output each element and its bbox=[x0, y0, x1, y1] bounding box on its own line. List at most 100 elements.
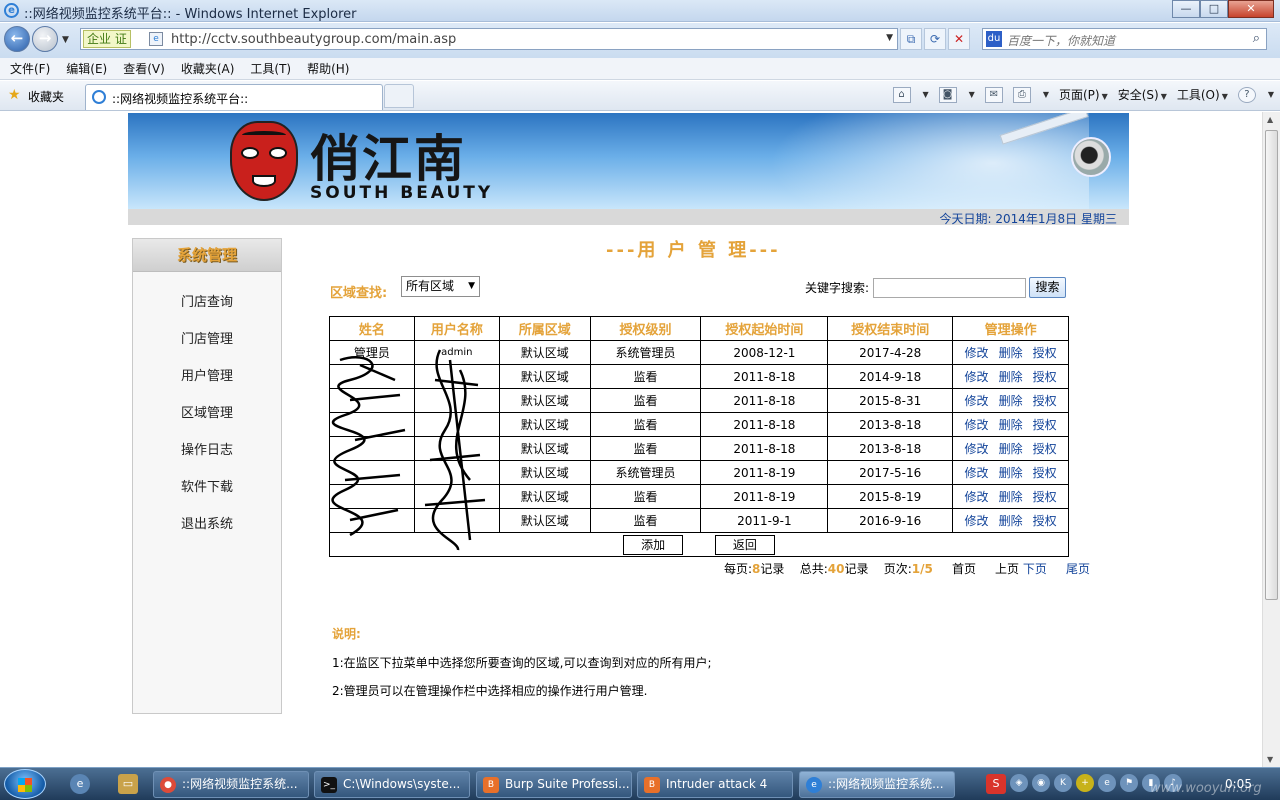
stop-icon[interactable]: ✕ bbox=[948, 28, 970, 50]
menu-tools[interactable]: 工具(T) bbox=[250, 60, 291, 77]
authorize-link[interactable]: 授权 bbox=[1033, 490, 1057, 504]
authorize-link[interactable]: 授权 bbox=[1033, 442, 1057, 456]
region-select[interactable]: 所有区域 ▼ bbox=[401, 276, 480, 297]
quicklaunch-ie-icon[interactable]: e bbox=[70, 774, 90, 794]
sidebar-item-user-manage[interactable]: 用户管理 bbox=[133, 365, 281, 384]
authorize-link[interactable]: 授权 bbox=[1033, 346, 1057, 360]
menu-help[interactable]: 帮助(H) bbox=[307, 60, 349, 77]
pager-prev[interactable]: 上页 bbox=[995, 562, 1019, 576]
edit-link[interactable]: 修改 bbox=[965, 346, 989, 360]
delete-link[interactable]: 删除 bbox=[999, 418, 1023, 432]
history-dropdown-icon[interactable]: ▼ bbox=[62, 35, 69, 45]
pager-last[interactable]: 尾页 bbox=[1066, 562, 1090, 576]
forward-button[interactable]: → bbox=[32, 26, 58, 52]
vertical-scrollbar[interactable]: ▲ ▼ bbox=[1262, 112, 1280, 767]
add-button[interactable]: 添加 bbox=[623, 534, 684, 555]
tray-ie-icon[interactable]: e bbox=[1098, 774, 1116, 792]
edit-link[interactable]: 修改 bbox=[965, 490, 989, 504]
user-table-body: 管理员 admin 默认区域 系统管理员 2008-12-1 2017-4-28 修改 删除授… bbox=[329, 340, 1069, 533]
quicklaunch-explorer-icon[interactable]: ▭ bbox=[118, 774, 138, 794]
search-input[interactable]: du 百度一下，你就知道 ⌕ bbox=[982, 28, 1267, 50]
url-text[interactable]: http://cctv.southbeautygroup.com/main.as… bbox=[171, 32, 456, 47]
mail-icon[interactable]: ✉ bbox=[984, 86, 1003, 103]
delete-link[interactable]: 删除 bbox=[999, 370, 1023, 384]
rss-dropdown-icon[interactable]: ▼ bbox=[969, 90, 975, 99]
sidebar-item-store-manage[interactable]: 门店管理 bbox=[133, 328, 281, 347]
task-burp[interactable]: B Burp Suite Professi... bbox=[476, 771, 632, 798]
close-button[interactable]: ✕ bbox=[1228, 0, 1274, 18]
sidebar-item-operation-log[interactable]: 操作日志 bbox=[133, 439, 281, 458]
menu-tools-cmd[interactable]: 工具(O) ▼ bbox=[1177, 86, 1228, 103]
edit-link[interactable]: 修改 bbox=[965, 370, 989, 384]
delete-link[interactable]: 删除 bbox=[999, 394, 1023, 408]
cell-start: 2011-9-1 bbox=[700, 508, 829, 533]
refresh-icon[interactable]: ⟳ bbox=[924, 28, 946, 50]
sidebar-item-store-query[interactable]: 门店查询 bbox=[133, 291, 281, 310]
tray-s-icon[interactable]: S bbox=[986, 774, 1006, 794]
scroll-down-icon[interactable]: ▼ bbox=[1267, 755, 1273, 764]
task-ie-2[interactable]: e ::网络视频监控系统... bbox=[799, 771, 955, 798]
tray-network-icon[interactable]: ◉ bbox=[1032, 774, 1050, 792]
delete-link[interactable]: 删除 bbox=[999, 466, 1023, 480]
col-level: 授权级别 bbox=[589, 316, 702, 341]
edit-link[interactable]: 修改 bbox=[965, 394, 989, 408]
edit-link[interactable]: 修改 bbox=[965, 466, 989, 480]
menu-safety[interactable]: 安全(S) ▼ bbox=[1118, 86, 1167, 103]
maximize-button[interactable]: □ bbox=[1200, 0, 1228, 18]
favorites-button[interactable]: 收藏夹 bbox=[28, 88, 64, 105]
browser-tab[interactable]: ::网络视频监控系统平台:: bbox=[85, 84, 383, 110]
tray-shield-icon[interactable]: ◈ bbox=[1010, 774, 1028, 792]
sidebar-item-region-manage[interactable]: 区域管理 bbox=[133, 402, 281, 421]
search-icon[interactable]: ⌕ bbox=[1253, 31, 1260, 46]
help-icon[interactable]: ? bbox=[1237, 86, 1256, 103]
menu-favorites[interactable]: 收藏夹(A) bbox=[181, 60, 235, 77]
sidebar-item-logout[interactable]: 退出系统 bbox=[133, 513, 281, 532]
tray-k-icon[interactable]: K bbox=[1054, 774, 1072, 792]
help-dropdown-icon[interactable]: ▼ bbox=[1268, 90, 1274, 99]
menu-view[interactable]: 查看(V) bbox=[123, 60, 165, 77]
print-icon[interactable]: ⎙ bbox=[1012, 86, 1031, 103]
back-button-page[interactable]: 返回 bbox=[714, 534, 775, 555]
scroll-up-icon[interactable]: ▲ bbox=[1267, 115, 1273, 124]
home-icon[interactable]: ⌂ bbox=[892, 86, 911, 103]
edit-link[interactable]: 修改 bbox=[965, 514, 989, 528]
pager-first[interactable]: 首页 bbox=[952, 562, 976, 576]
search-button[interactable]: 搜索 bbox=[1029, 277, 1066, 298]
back-button[interactable]: ← bbox=[4, 26, 30, 52]
delete-link[interactable]: 删除 bbox=[999, 346, 1023, 360]
address-dropdown-icon[interactable]: ▼ bbox=[886, 33, 893, 43]
minimize-button[interactable]: — bbox=[1172, 0, 1200, 18]
authorize-link[interactable]: 授权 bbox=[1033, 418, 1057, 432]
task-cmd[interactable]: >_ C:\Windows\syste... bbox=[314, 771, 470, 798]
favorites-star-icon[interactable]: ★ bbox=[8, 87, 21, 103]
start-button[interactable] bbox=[4, 769, 46, 799]
new-tab-button[interactable] bbox=[384, 84, 414, 108]
print-dropdown-icon[interactable]: ▼ bbox=[1043, 90, 1049, 99]
menu-file[interactable]: 文件(F) bbox=[10, 60, 50, 77]
pager-next[interactable]: 下页 bbox=[1023, 562, 1047, 576]
menu-page[interactable]: 页面(P) ▼ bbox=[1059, 86, 1108, 103]
delete-link[interactable]: 删除 bbox=[999, 490, 1023, 504]
delete-link[interactable]: 删除 bbox=[999, 514, 1023, 528]
keyword-input[interactable] bbox=[873, 278, 1026, 298]
authorize-link[interactable]: 授权 bbox=[1033, 514, 1057, 528]
tray-flag-icon[interactable]: ⚑ bbox=[1120, 774, 1138, 792]
scroll-thumb[interactable] bbox=[1265, 130, 1278, 600]
authorize-link[interactable]: 授权 bbox=[1033, 394, 1057, 408]
home-dropdown-icon[interactable]: ▼ bbox=[923, 90, 929, 99]
sidebar-item-software-download[interactable]: 软件下载 bbox=[133, 476, 281, 495]
certificate-badge[interactable]: 企业 证 bbox=[83, 30, 131, 48]
address-field[interactable]: 企业 证 e http://cctv.southbeautygroup.com/… bbox=[80, 28, 898, 50]
action-cell: 添加 返回 bbox=[329, 532, 1069, 557]
authorize-link[interactable]: 授权 bbox=[1033, 466, 1057, 480]
tray-plus-icon[interactable]: + bbox=[1076, 774, 1094, 792]
delete-link[interactable]: 删除 bbox=[999, 442, 1023, 456]
rss-icon[interactable]: ◙ bbox=[938, 86, 957, 103]
authorize-link[interactable]: 授权 bbox=[1033, 370, 1057, 384]
edit-link[interactable]: 修改 bbox=[965, 442, 989, 456]
compatibility-view-icon[interactable]: ⧉ bbox=[900, 28, 922, 50]
menu-edit[interactable]: 编辑(E) bbox=[66, 60, 107, 77]
task-ie-1[interactable]: ● ::网络视频监控系统... bbox=[153, 771, 309, 798]
task-intruder[interactable]: B Intruder attack 4 bbox=[637, 771, 793, 798]
edit-link[interactable]: 修改 bbox=[965, 418, 989, 432]
